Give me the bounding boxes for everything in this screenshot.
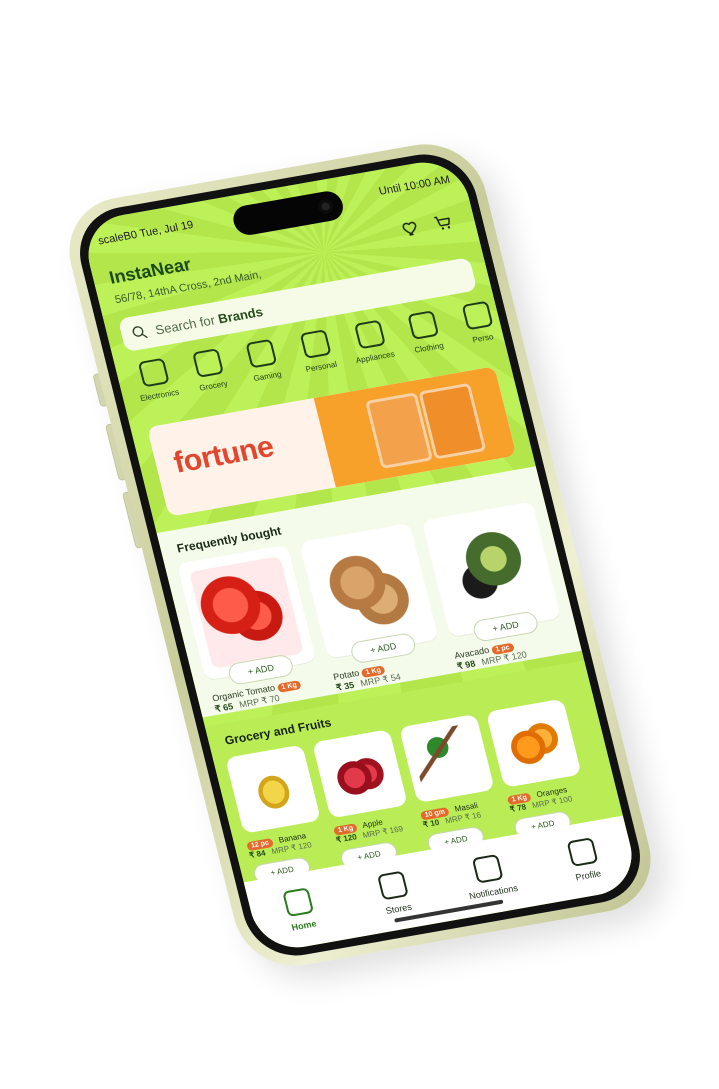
product-price: ₹ 10: [422, 817, 441, 830]
category-label: Clothing: [413, 340, 445, 355]
potato-image: [311, 534, 427, 648]
device-mockup: scaleB0 Tue, Jul 19 Until 10:00 AM Insta…: [0, 0, 719, 1089]
product-card[interactable]: [485, 698, 582, 788]
category-label: Personal: [304, 359, 339, 374]
watch-icon: [299, 329, 332, 359]
category-label: Appliances: [354, 349, 396, 366]
tab-label: Notifications: [468, 882, 519, 902]
shirt-icon: [407, 310, 440, 340]
tab-label: Profile: [574, 868, 603, 883]
gamepad-icon: [245, 338, 278, 369]
category-label: Grocery: [198, 378, 229, 393]
orange-image: [495, 707, 572, 779]
herb-image: [408, 723, 485, 794]
product-price: ₹ 120: [335, 832, 358, 845]
product-price: ₹ 98: [455, 658, 477, 672]
banana-image: [234, 753, 312, 825]
category-label: Perso: [471, 332, 495, 345]
tab-notifications[interactable]: Notifications: [450, 850, 529, 903]
tomato-image: [189, 555, 305, 670]
tab-label: Home: [290, 918, 318, 933]
category-electronics[interactable]: Electronics: [131, 356, 184, 415]
product-price: ₹ 65: [213, 701, 235, 715]
category-label: Gaming: [252, 369, 283, 384]
product-card[interactable]: + ADD: [176, 544, 317, 686]
category-grocery[interactable]: Grocery: [185, 347, 238, 406]
product-price: ₹ 84: [248, 848, 267, 860]
tab-profile[interactable]: Profile: [545, 833, 624, 886]
apple-image: [321, 738, 399, 810]
basket-icon: [191, 348, 224, 378]
product-card[interactable]: + ADD: [421, 501, 562, 643]
product-card[interactable]: [225, 744, 321, 834]
watch-icon: [461, 300, 494, 331]
avocado-image: [433, 512, 549, 626]
product-price: ₹ 78: [508, 802, 528, 815]
category-appliances[interactable]: Appliances: [346, 318, 399, 377]
phone: scaleB0 Tue, Jul 19 Until 10:00 AM Insta…: [57, 135, 663, 975]
search-term: Brands: [216, 303, 265, 326]
bell-icon: [471, 853, 504, 884]
tab-home[interactable]: Home: [260, 883, 339, 936]
home-icon: [282, 887, 315, 918]
store-icon: [376, 870, 409, 901]
camera-icon: [317, 198, 335, 215]
tab-stores[interactable]: Stores: [355, 867, 434, 920]
product-price: ₹ 35: [334, 679, 356, 693]
product-card[interactable]: + ADD: [299, 522, 439, 665]
search-icon: [132, 326, 148, 338]
search-prefix: Search for: [153, 312, 217, 338]
product-card[interactable]: [398, 713, 495, 804]
headphones-icon: [138, 357, 170, 388]
blender-icon: [353, 319, 386, 350]
product-card[interactable]: [311, 729, 408, 819]
category-gaming[interactable]: Gaming: [239, 337, 292, 396]
category-label: Electronics: [139, 387, 181, 404]
user-icon: [566, 837, 599, 867]
category-personal[interactable]: Personal: [292, 328, 345, 387]
app-screen: scaleB0 Tue, Jul 19 Until 10:00 AM Insta…: [79, 155, 641, 955]
heart-icon[interactable]: [400, 218, 422, 239]
category-clothing[interactable]: Clothing: [400, 309, 453, 368]
